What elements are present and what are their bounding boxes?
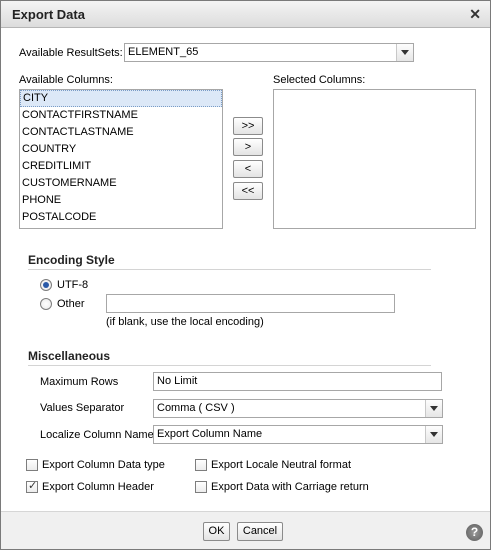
resultsets-value: ELEMENT_65: [128, 46, 199, 58]
list-item[interactable]: CUSTOMERNAME: [20, 175, 222, 192]
encoding-section-title: Encoding Style: [28, 253, 115, 267]
utf8-label: UTF-8: [57, 279, 89, 291]
cancel-button[interactable]: Cancel: [237, 522, 283, 541]
help-icon[interactable]: ?: [466, 524, 483, 541]
list-item[interactable]: CONTACTLASTNAME: [20, 124, 222, 141]
list-item[interactable]: CITY: [20, 90, 222, 107]
list-item[interactable]: CONTACTFIRSTNAME: [20, 107, 222, 124]
list-item[interactable]: POSTALCODE: [20, 209, 222, 226]
misc-section-title: Miscellaneous: [28, 349, 111, 363]
dialog-title: Export Data: [12, 7, 85, 22]
remove-all-button[interactable]: <<: [233, 182, 263, 200]
chevron-down-icon[interactable]: [425, 426, 442, 443]
carriage-return-checkbox[interactable]: [195, 481, 207, 493]
chevron-down-icon[interactable]: [396, 44, 413, 61]
list-item[interactable]: CREDITLIMIT: [20, 158, 222, 175]
other-encoding-input[interactable]: [106, 294, 395, 313]
column-header-checkbox[interactable]: [26, 479, 38, 493]
resultsets-label: Available ResultSets:: [19, 47, 123, 59]
add-button[interactable]: >: [233, 138, 263, 156]
available-columns-list[interactable]: CITY CONTACTFIRSTNAME CONTACTLASTNAME CO…: [19, 89, 223, 229]
carriage-return-label: Export Data with Carriage return: [211, 481, 369, 493]
chevron-down-icon[interactable]: [425, 400, 442, 417]
other-radio[interactable]: [40, 298, 52, 310]
separator-select[interactable]: Comma ( CSV ): [153, 399, 443, 418]
remove-button[interactable]: <: [233, 160, 263, 178]
add-all-button[interactable]: >>: [233, 117, 263, 135]
title-bar[interactable]: Export Data ✕: [1, 1, 490, 28]
list-item[interactable]: PHONE: [20, 192, 222, 209]
localize-label: Localize Column Name: [40, 429, 154, 441]
encoding-divider: [28, 269, 431, 270]
close-icon[interactable]: ✕: [469, 6, 481, 23]
export-data-dialog: Export Data ✕ Available ResultSets: ELEM…: [0, 0, 491, 550]
localize-value: Export Column Name: [157, 428, 263, 440]
utf8-radio[interactable]: [40, 279, 52, 291]
max-rows-input[interactable]: No Limit: [153, 372, 442, 391]
separator-label: Values Separator: [40, 402, 125, 414]
misc-divider: [28, 365, 431, 366]
data-type-label: Export Column Data type: [42, 459, 165, 471]
selected-columns-label: Selected Columns:: [273, 74, 366, 86]
encoding-hint: (if blank, use the local encoding): [106, 316, 264, 328]
locale-neutral-checkbox[interactable]: [195, 459, 207, 471]
ok-button[interactable]: OK: [203, 522, 230, 541]
data-type-checkbox[interactable]: [26, 459, 38, 471]
max-rows-label: Maximum Rows: [40, 376, 119, 388]
column-header-label: Export Column Header: [42, 481, 154, 493]
locale-neutral-label: Export Locale Neutral format: [211, 459, 352, 471]
list-item[interactable]: COUNTRY: [20, 141, 222, 158]
other-label: Other: [57, 298, 85, 310]
resultsets-select[interactable]: ELEMENT_65: [124, 43, 414, 62]
available-columns-label: Available Columns:: [19, 74, 113, 86]
selected-columns-list[interactable]: [273, 89, 476, 229]
separator-value: Comma ( CSV ): [157, 402, 235, 414]
localize-select[interactable]: Export Column Name: [153, 425, 443, 444]
